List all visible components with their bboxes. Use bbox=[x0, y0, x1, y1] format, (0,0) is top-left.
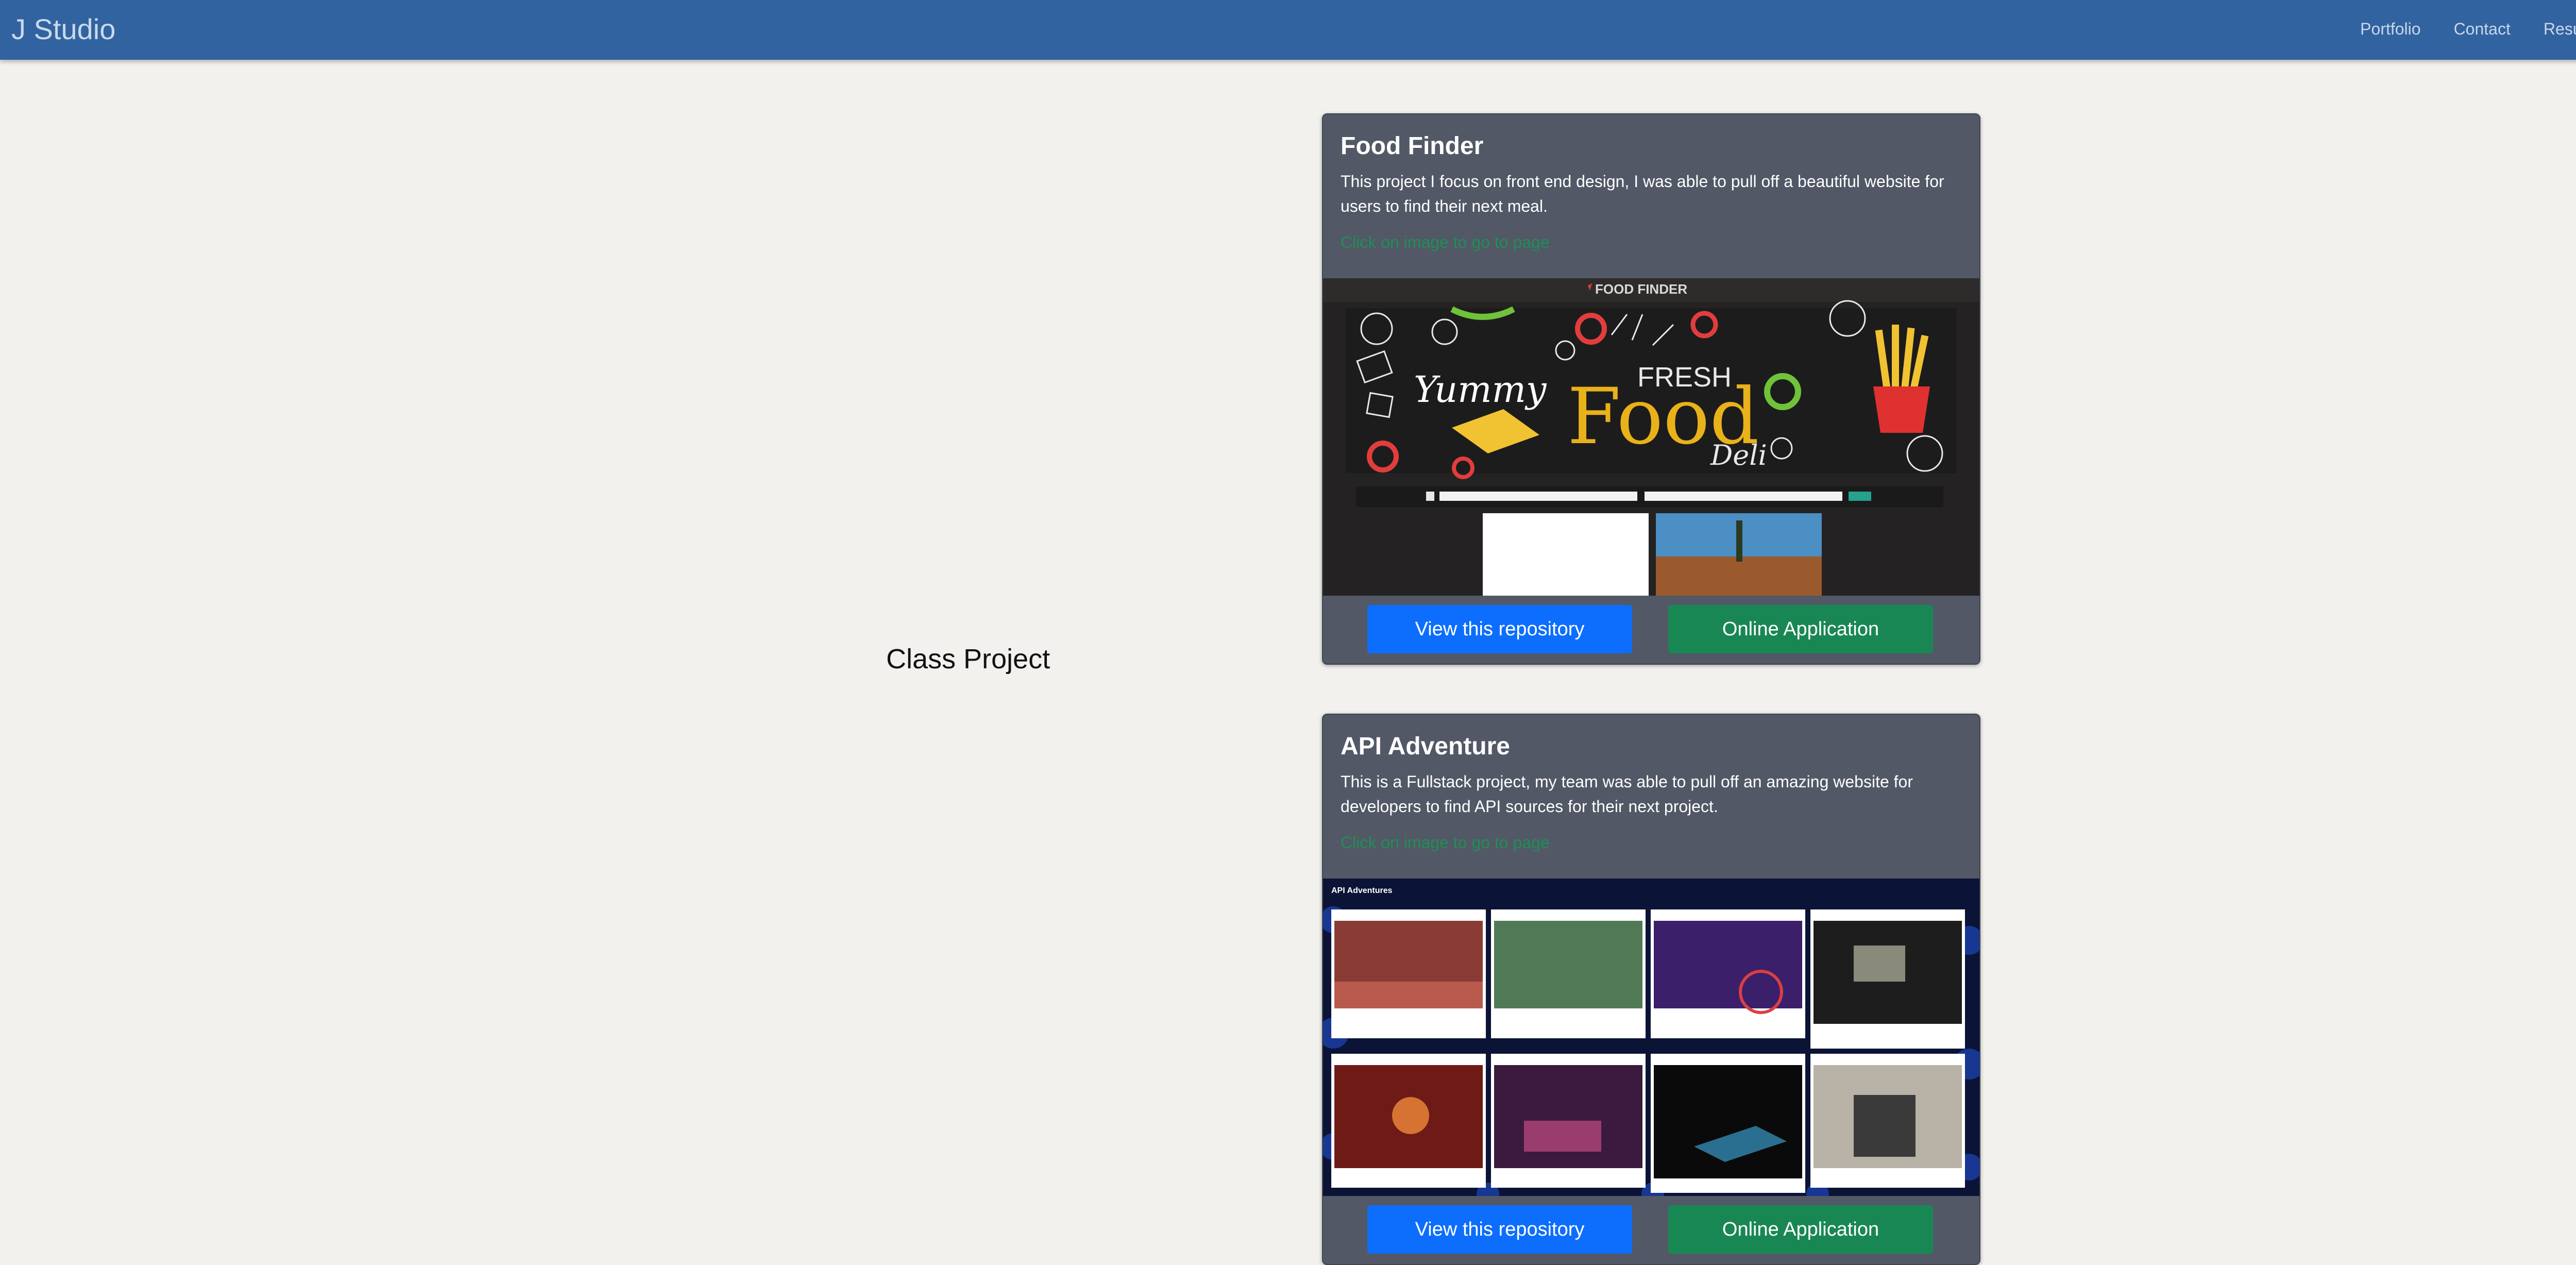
card-hint: Click on image to go to page bbox=[1341, 233, 1550, 251]
card-hint: Click on image to go to page bbox=[1341, 833, 1550, 852]
section-title: Class Project bbox=[886, 644, 1050, 674]
nav-link-contact[interactable]: Contact bbox=[2454, 18, 2511, 40]
image-word-yummy: Yummy bbox=[1414, 368, 1547, 411]
card-description: This project I focus on front end design… bbox=[1341, 172, 1944, 215]
nav-links: Portfolio Contact Resume bbox=[2327, 18, 2576, 40]
nav-link-resume[interactable]: Resume bbox=[2544, 18, 2576, 40]
view-repository-button[interactable]: View this repository bbox=[1367, 605, 1632, 653]
view-repository-button[interactable]: View this repository bbox=[1367, 1205, 1632, 1254]
image-header-text: FOOD FINDER bbox=[1595, 281, 1687, 297]
project-card-food-finder: Food Finder This project I focus on fron… bbox=[1322, 113, 1980, 665]
card-title: Food Finder bbox=[1341, 132, 1484, 160]
image-word-deli: Deli bbox=[1710, 439, 1767, 471]
api-adventure-screenshot[interactable]: API Adventures bbox=[1323, 879, 1979, 1196]
project-card-api-adventure: API Adventure This is a Fullstack projec… bbox=[1322, 714, 1980, 1265]
brand-logo[interactable]: J Studio bbox=[11, 11, 115, 47]
card-description: This is a Fullstack project, my team was… bbox=[1341, 772, 1913, 816]
image-header-text: API Adventures bbox=[1331, 886, 1393, 895]
online-application-button[interactable]: Online Application bbox=[1668, 605, 1933, 653]
online-application-button[interactable]: Online Application bbox=[1668, 1205, 1933, 1254]
card-title: API Adventure bbox=[1341, 733, 1510, 760]
food-finder-screenshot[interactable]: FOOD FINDER Yummy FRESH Food Deli bbox=[1323, 278, 1979, 596]
navbar: J Studio Portfolio Contact Resume bbox=[0, 0, 2576, 60]
nav-link-portfolio[interactable]: Portfolio bbox=[2360, 18, 2420, 40]
